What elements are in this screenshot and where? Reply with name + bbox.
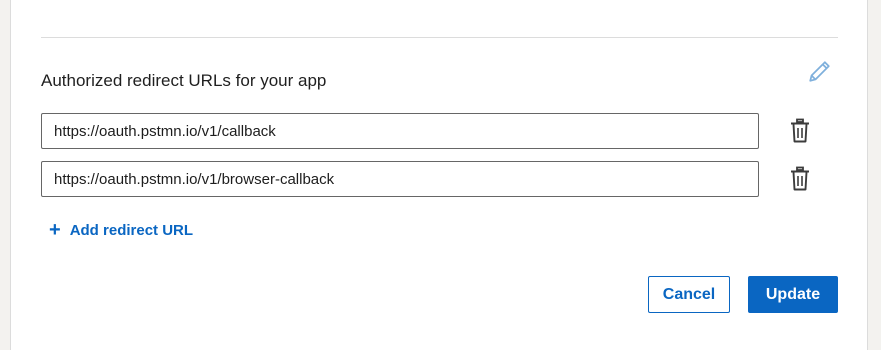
add-redirect-url-link[interactable]: + Add redirect URL xyxy=(49,219,193,241)
update-button[interactable]: Update xyxy=(748,276,838,313)
trash-icon[interactable] xyxy=(789,118,811,144)
pencil-icon[interactable] xyxy=(807,58,833,84)
trash-icon[interactable] xyxy=(789,166,811,192)
redirect-url-input-1[interactable] xyxy=(41,113,759,149)
add-redirect-url-label: Add redirect URL xyxy=(69,221,194,239)
cancel-button[interactable]: Cancel xyxy=(648,276,730,313)
plus-icon: + xyxy=(49,219,61,241)
section-title: Authorized redirect URLs for your app xyxy=(41,71,327,90)
section-divider xyxy=(41,37,838,38)
redirect-url-input-2[interactable] xyxy=(41,161,759,197)
